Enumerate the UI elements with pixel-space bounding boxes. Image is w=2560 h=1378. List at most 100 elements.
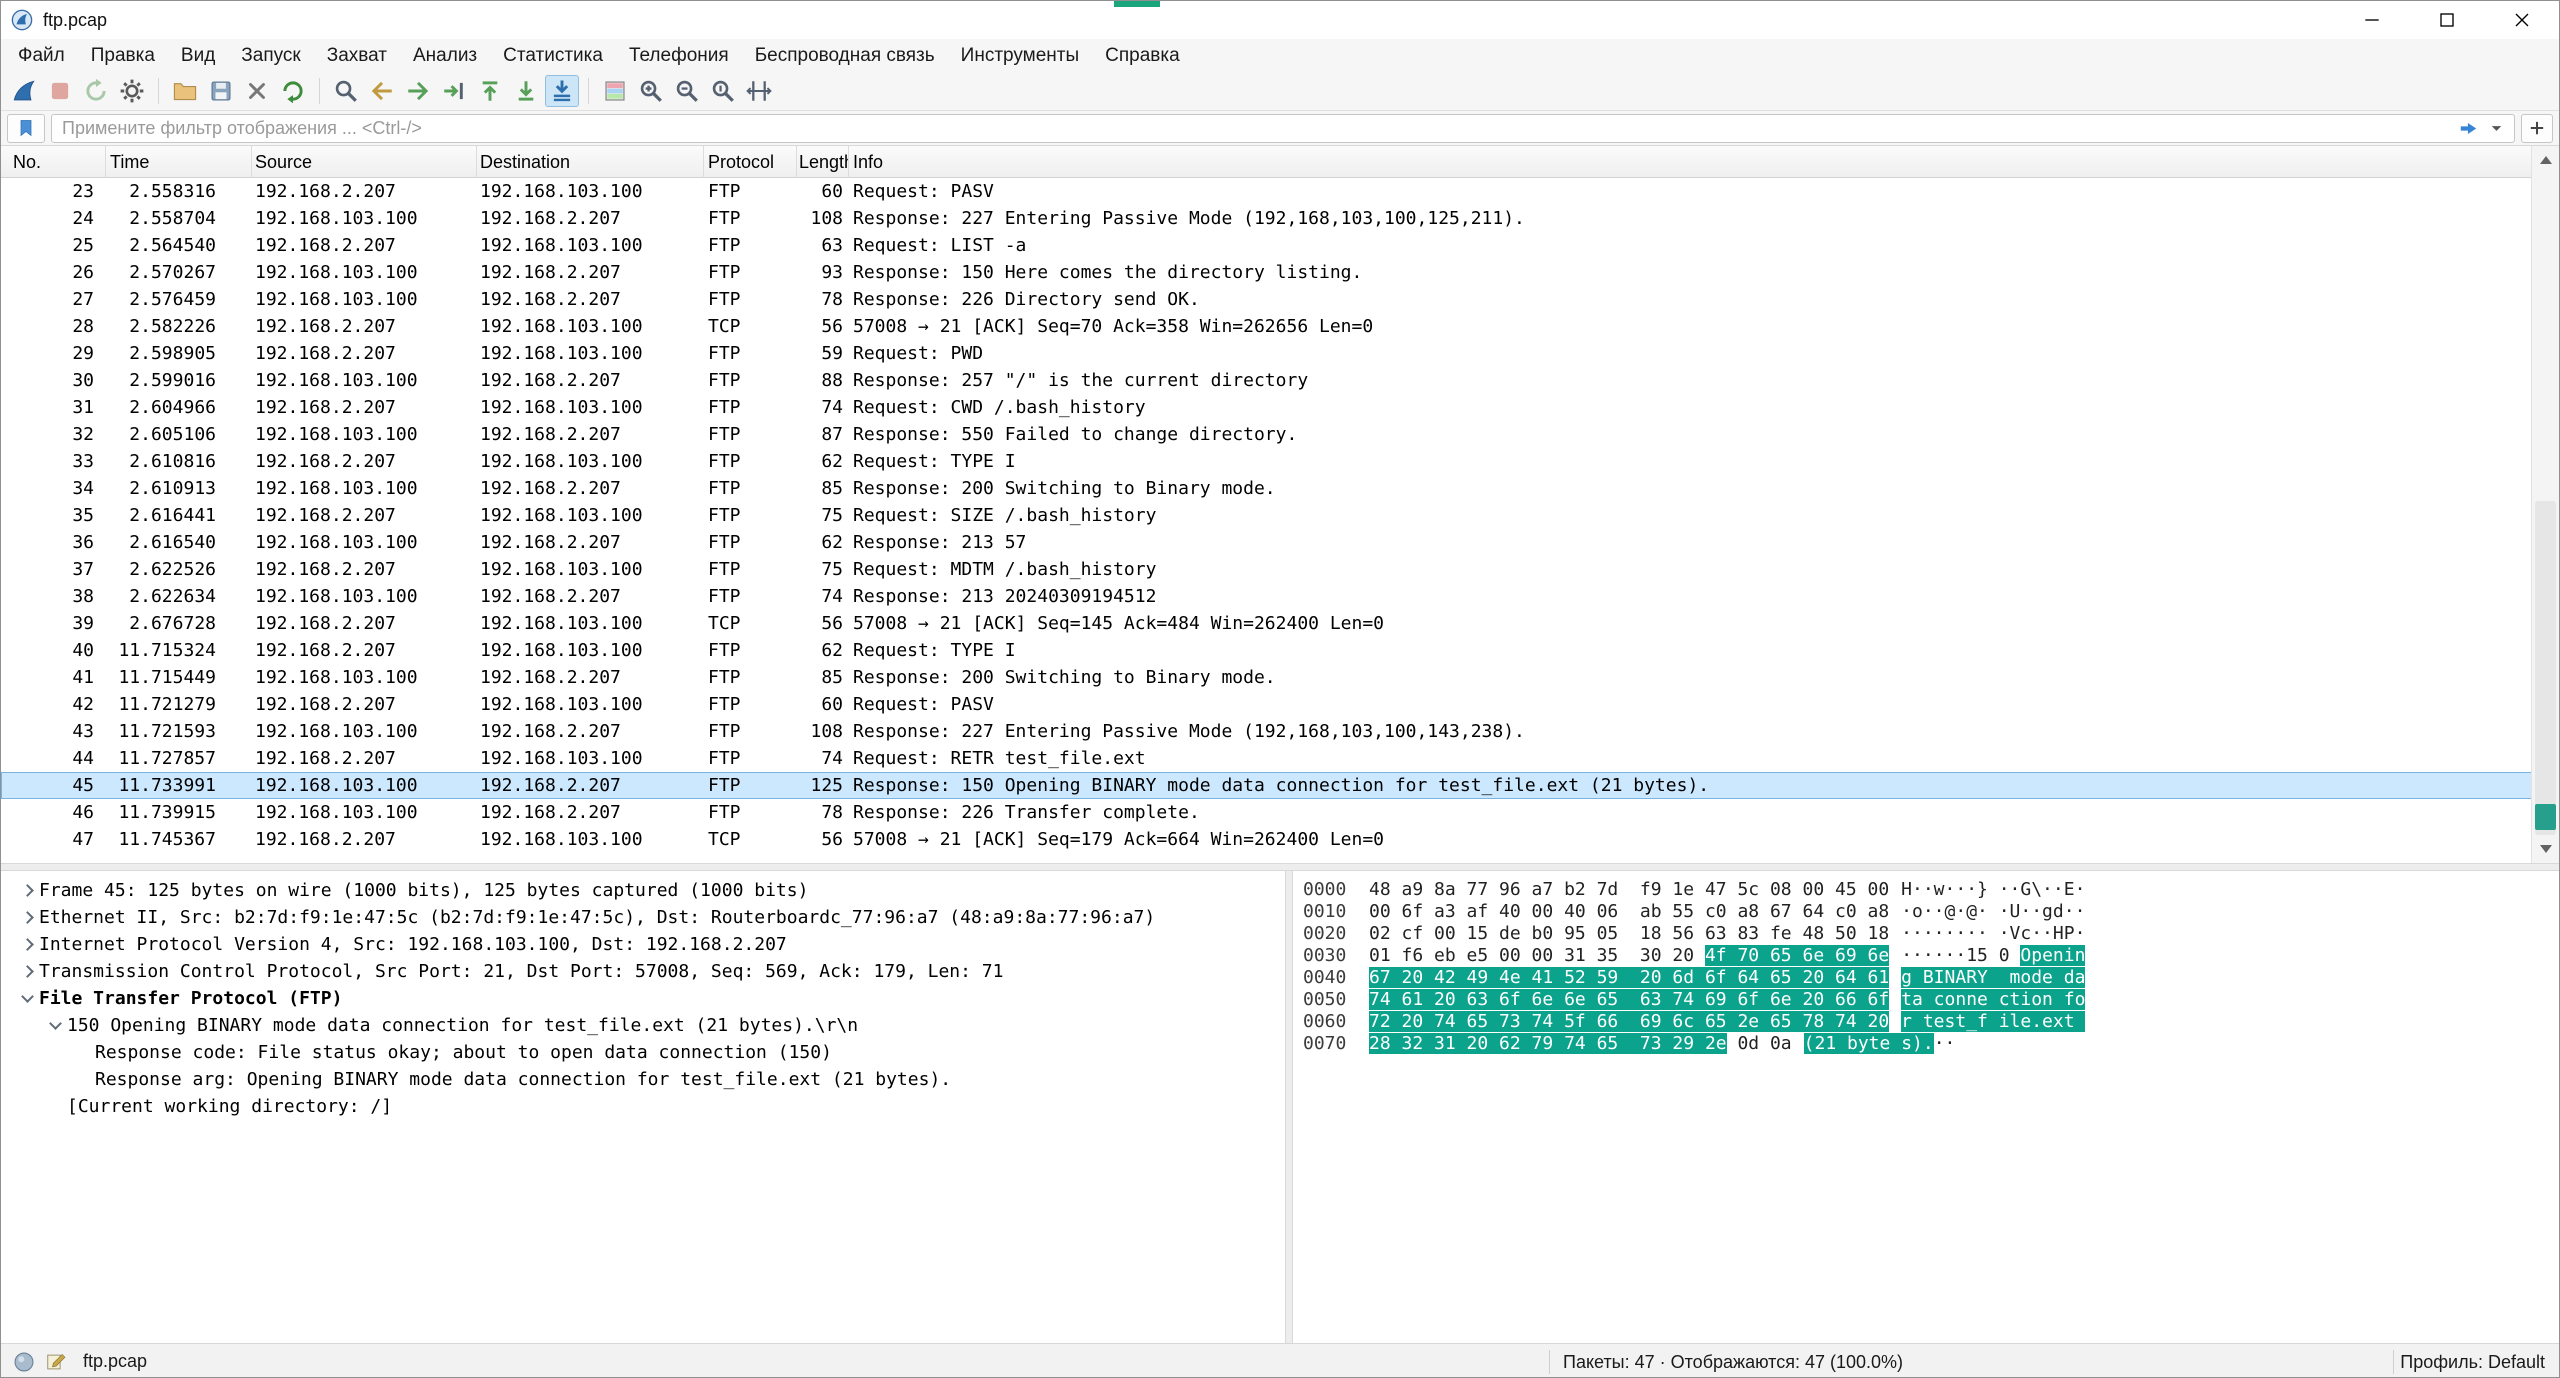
display-filter-input[interactable] — [62, 118, 2454, 139]
chevron-down-icon[interactable] — [15, 996, 39, 1001]
detail-row-frame[interactable]: Frame 45: 125 bytes on wire (1000 bits),… — [1, 877, 1285, 904]
capture-comment-icon[interactable] — [45, 1351, 67, 1373]
menu-item-edit[interactable]: Правка — [78, 39, 168, 72]
menu-item-statistics[interactable]: Статистика — [490, 39, 616, 72]
menu-item-go[interactable]: Запуск — [228, 39, 313, 72]
detail-row-ip[interactable]: Internet Protocol Version 4, Src: 192.16… — [1, 931, 1285, 958]
menu-item-telephony[interactable]: Телефония — [616, 39, 742, 72]
auto-scroll-button[interactable] — [545, 75, 579, 107]
packet-row-27[interactable]: 272.576459192.168.103.100192.168.2.207FT… — [1, 286, 2533, 313]
packet-row-31[interactable]: 312.604966192.168.2.207192.168.103.100FT… — [1, 394, 2533, 421]
vertical-splitter[interactable] — [1285, 871, 1293, 1343]
packet-row-28[interactable]: 282.582226192.168.2.207192.168.103.100TC… — [1, 313, 2533, 340]
detail-row-response-arg[interactable]: Response arg: Opening BINARY mode data c… — [1, 1066, 1285, 1093]
packet-row-38[interactable]: 382.622634192.168.103.100192.168.2.207FT… — [1, 583, 2533, 610]
expert-info-icon[interactable] — [13, 1351, 35, 1373]
start-capture-button[interactable] — [7, 75, 41, 107]
chevron-right-icon[interactable] — [15, 940, 39, 949]
detail-row-ftp[interactable]: File Transfer Protocol (FTP) — [1, 985, 1285, 1012]
packet-row-29[interactable]: 292.598905192.168.2.207192.168.103.100FT… — [1, 340, 2533, 367]
packet-row-24[interactable]: 242.558704192.168.103.100192.168.2.207FT… — [1, 205, 2533, 232]
colorize-packets-button[interactable] — [598, 75, 632, 107]
column-header-no[interactable]: No. — [1, 146, 106, 178]
packet-row-35[interactable]: 352.616441192.168.2.207192.168.103.100FT… — [1, 502, 2533, 529]
detail-row-ftp-response-line[interactable]: 150 Opening BINARY mode data connection … — [1, 1012, 1285, 1039]
filter-dropdown-button[interactable] — [2482, 116, 2510, 141]
hex-line-0050[interactable]: 005074 61 20 63 6f 6e 6e 65 63 74 69 6f … — [1303, 989, 2559, 1011]
packet-row-37[interactable]: 372.622526192.168.2.207192.168.103.100FT… — [1, 556, 2533, 583]
column-header-source[interactable]: Source — [252, 146, 477, 178]
close-file-button[interactable] — [240, 75, 274, 107]
add-filter-button[interactable] — [2521, 114, 2553, 143]
go-back-button[interactable] — [365, 75, 399, 107]
detail-row-cwd[interactable]: [Current working directory: /] — [1, 1093, 1285, 1120]
menu-item-help[interactable]: Справка — [1092, 39, 1193, 72]
go-to-packet-button[interactable] — [437, 75, 471, 107]
save-file-button[interactable] — [204, 75, 238, 107]
menu-item-capture[interactable]: Захват — [314, 39, 400, 72]
chevron-right-icon[interactable] — [15, 913, 39, 922]
column-header-protocol[interactable]: Protocol — [704, 146, 797, 178]
packet-row-23[interactable]: 232.558316192.168.2.207192.168.103.100FT… — [1, 178, 2533, 205]
menu-item-file[interactable]: Файл — [5, 39, 78, 72]
zoom-in-button[interactable] — [634, 75, 668, 107]
packet-row-44[interactable]: 4411.727857192.168.2.207192.168.103.100F… — [1, 745, 2533, 772]
column-header-time[interactable]: Time — [106, 146, 252, 178]
chevron-right-icon[interactable] — [15, 967, 39, 976]
detail-row-tcp[interactable]: Transmission Control Protocol, Src Port:… — [1, 958, 1285, 985]
menu-item-tools[interactable]: Инструменты — [948, 39, 1092, 72]
filter-bookmark-button[interactable] — [7, 114, 45, 143]
scrollbar-up-arrow[interactable] — [2532, 146, 2559, 174]
packet-row-46[interactable]: 4611.739915192.168.103.100192.168.2.207F… — [1, 799, 2533, 826]
hex-line-0070[interactable]: 007028 32 31 20 62 79 74 65 73 29 2e 0d … — [1303, 1033, 2559, 1055]
hex-line-0040[interactable]: 004067 20 42 49 4e 41 52 59 20 6d 6f 64 … — [1303, 967, 2559, 989]
scrollbar-down-arrow[interactable] — [2532, 835, 2559, 863]
packet-row-30[interactable]: 302.599016192.168.103.100192.168.2.207FT… — [1, 367, 2533, 394]
chevron-right-icon[interactable] — [15, 886, 39, 895]
status-profile[interactable]: Профиль: Default — [2400, 1344, 2545, 1378]
stop-capture-button[interactable] — [43, 75, 77, 107]
packet-list-scrollbar[interactable] — [2531, 146, 2559, 863]
packet-row-25[interactable]: 252.564540192.168.2.207192.168.103.100FT… — [1, 232, 2533, 259]
hex-line-0010[interactable]: 001000 6f a3 af 40 00 40 06 ab 55 c0 a8 … — [1303, 901, 2559, 923]
zoom-out-button[interactable] — [670, 75, 704, 107]
go-forward-button[interactable] — [401, 75, 435, 107]
packet-row-36[interactable]: 362.616540192.168.103.100192.168.2.207FT… — [1, 529, 2533, 556]
menu-item-view[interactable]: Вид — [168, 39, 228, 72]
hex-line-0020[interactable]: 002002 cf 00 15 de b0 95 05 18 56 63 83 … — [1303, 923, 2559, 945]
restart-capture-button[interactable] — [79, 75, 113, 107]
reload-file-button[interactable] — [276, 75, 310, 107]
column-header-info[interactable]: Info — [849, 146, 2533, 178]
maximize-button[interactable] — [2409, 1, 2484, 39]
detail-row-response-code[interactable]: Response code: File status okay; about t… — [1, 1039, 1285, 1066]
column-header-length[interactable]: Length — [797, 146, 849, 178]
column-header-destination[interactable]: Destination — [477, 146, 704, 178]
scrollbar-thumb[interactable] — [2535, 501, 2556, 835]
packet-row-47[interactable]: 4711.745367192.168.2.207192.168.103.100T… — [1, 826, 2533, 853]
packet-row-42[interactable]: 4211.721279192.168.2.207192.168.103.100F… — [1, 691, 2533, 718]
packet-row-41[interactable]: 4111.715449192.168.103.100192.168.2.207F… — [1, 664, 2533, 691]
packet-row-40[interactable]: 4011.715324192.168.2.207192.168.103.100F… — [1, 637, 2533, 664]
capture-options-button[interactable] — [115, 75, 149, 107]
find-packet-button[interactable] — [329, 75, 363, 107]
hex-line-0060[interactable]: 006072 20 74 65 73 74 5f 66 69 6c 65 2e … — [1303, 1011, 2559, 1033]
close-button[interactable] — [2484, 1, 2559, 39]
menu-item-analyze[interactable]: Анализ — [400, 39, 490, 72]
horizontal-splitter[interactable] — [1, 863, 2559, 871]
packet-row-34[interactable]: 342.610913192.168.103.100192.168.2.207FT… — [1, 475, 2533, 502]
go-first-button[interactable] — [473, 75, 507, 107]
packet-row-26[interactable]: 262.570267192.168.103.100192.168.2.207FT… — [1, 259, 2533, 286]
packet-row-33[interactable]: 332.610816192.168.2.207192.168.103.100FT… — [1, 448, 2533, 475]
packet-row-39[interactable]: 392.676728192.168.2.207192.168.103.100TC… — [1, 610, 2533, 637]
open-file-button[interactable] — [168, 75, 202, 107]
menu-item-wireless[interactable]: Беспроводная связь — [742, 39, 948, 72]
go-last-button[interactable] — [509, 75, 543, 107]
hex-line-0030[interactable]: 003001 f6 eb e5 00 00 31 35 30 20 4f 70 … — [1303, 945, 2559, 967]
minimize-button[interactable] — [2334, 1, 2409, 39]
resize-columns-button[interactable] — [742, 75, 776, 107]
hex-line-0000[interactable]: 000048 a9 8a 77 96 a7 b2 7d f9 1e 47 5c … — [1303, 879, 2559, 901]
detail-row-ethernet[interactable]: Ethernet II, Src: b2:7d:f9:1e:47:5c (b2:… — [1, 904, 1285, 931]
packet-row-43[interactable]: 4311.721593192.168.103.100192.168.2.207F… — [1, 718, 2533, 745]
packet-row-32[interactable]: 322.605106192.168.103.100192.168.2.207FT… — [1, 421, 2533, 448]
chevron-down-icon[interactable] — [43, 1023, 67, 1028]
